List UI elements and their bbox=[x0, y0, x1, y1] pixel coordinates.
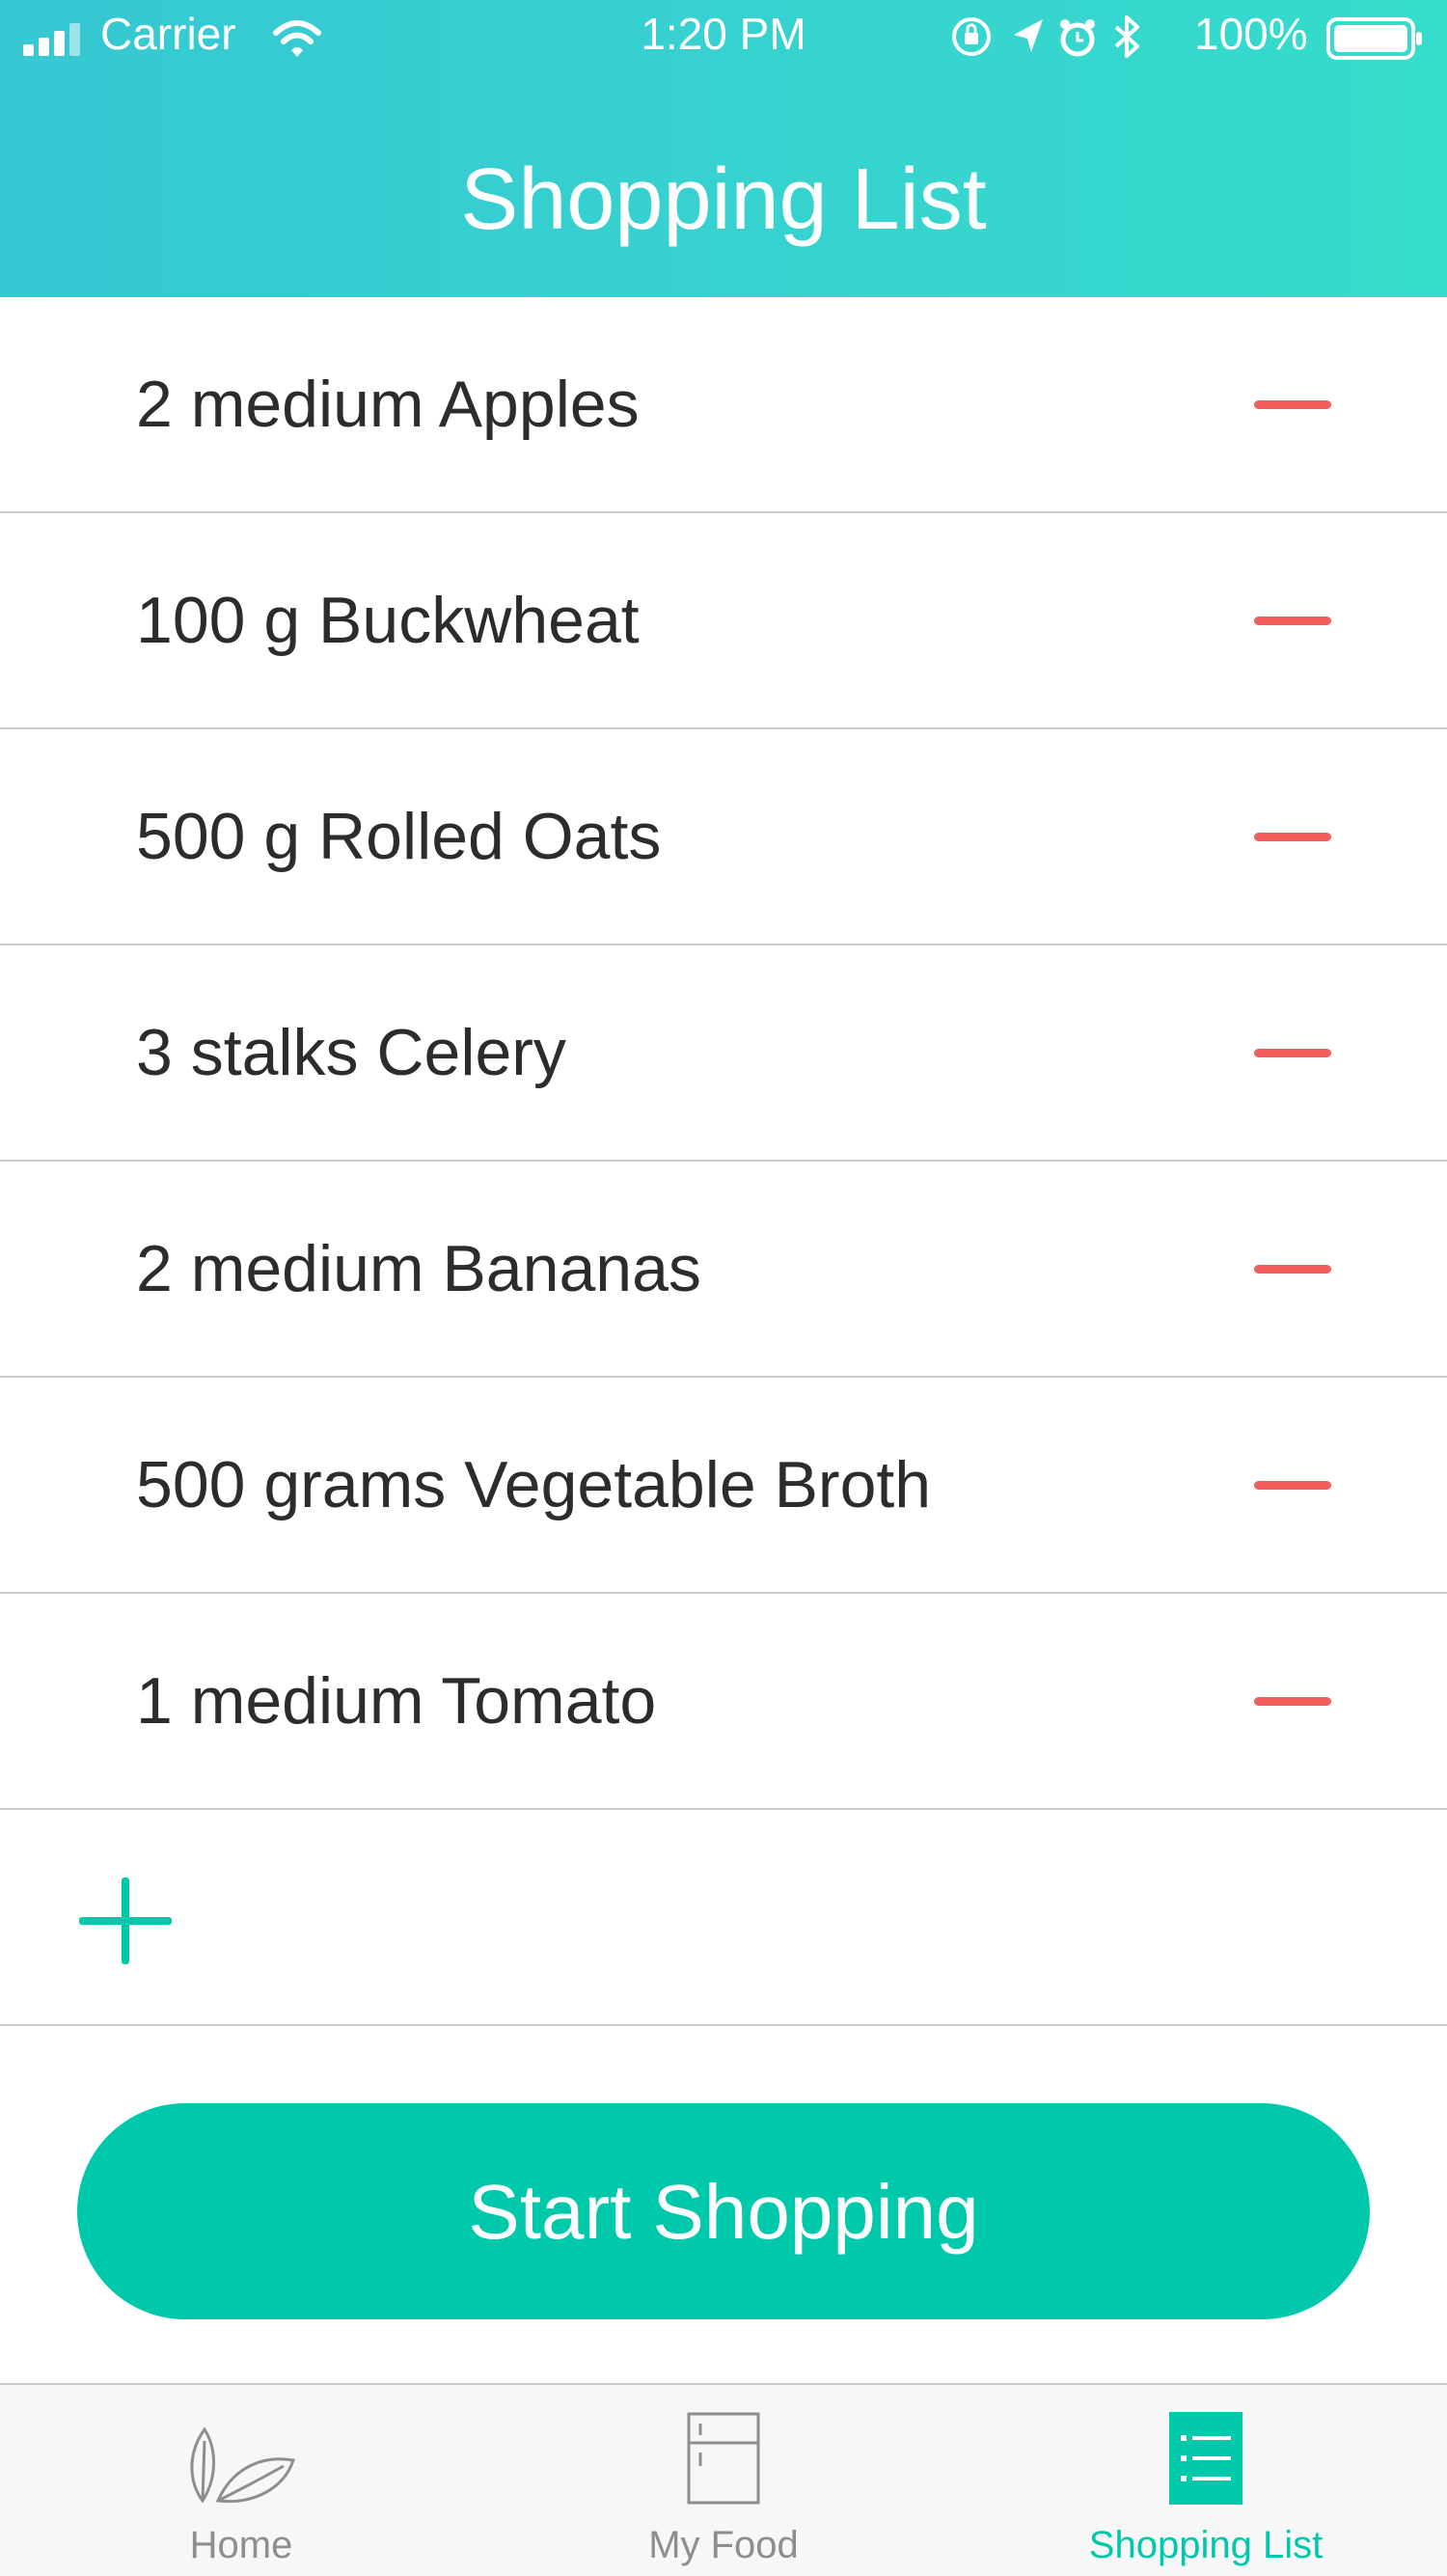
item-label: 500 g Rolled Oats bbox=[136, 800, 662, 873]
fridge-icon bbox=[687, 2412, 760, 2505]
battery-percentage: 100% bbox=[1194, 9, 1308, 59]
remove-item-button[interactable] bbox=[1237, 582, 1333, 659]
tab-my-food-label: My Food bbox=[648, 2524, 799, 2566]
remove-item-button[interactable] bbox=[1237, 1446, 1333, 1523]
list-item: 500 grams Vegetable Broth bbox=[0, 1378, 1447, 1594]
tab-home[interactable]: Home bbox=[0, 2385, 482, 2576]
list-item: 3 stalks Celery bbox=[0, 945, 1447, 1162]
header: Carrier 1:20 PM 100% Shopping List bbox=[0, 0, 1447, 297]
shopping-list: 2 medium Apples 100 g Buckwheat 500 g Ro… bbox=[0, 297, 1447, 1810]
remove-item-button[interactable] bbox=[1237, 366, 1333, 443]
start-shopping-button[interactable]: Start Shopping bbox=[77, 2103, 1370, 2319]
item-label: 2 medium Bananas bbox=[136, 1232, 701, 1305]
bluetooth-icon bbox=[1114, 15, 1139, 58]
item-label: 2 medium Apples bbox=[136, 368, 640, 441]
status-bar: Carrier 1:20 PM 100% bbox=[0, 0, 1447, 68]
list-item: 2 medium Apples bbox=[0, 297, 1447, 513]
page-title: Shopping List bbox=[460, 151, 987, 248]
leaves-icon bbox=[190, 2426, 295, 2504]
alarm-icon bbox=[1060, 19, 1095, 57]
tab-my-food[interactable]: My Food bbox=[482, 2385, 965, 2576]
list-item: 500 g Rolled Oats bbox=[0, 729, 1447, 945]
status-icons bbox=[952, 15, 1139, 58]
list-icon bbox=[1169, 2412, 1242, 2505]
plus-icon[interactable] bbox=[68, 1863, 183, 1979]
list-item: 1 medium Tomato bbox=[0, 1594, 1447, 1810]
rotation-lock-icon bbox=[952, 17, 991, 56]
remove-item-button[interactable] bbox=[1237, 1662, 1333, 1740]
tab-shopping-list-label: Shopping List bbox=[1088, 2524, 1324, 2566]
remove-item-button[interactable] bbox=[1237, 1014, 1333, 1091]
tab-bar: Home My Food Shopping List bbox=[0, 2383, 1447, 2576]
tab-shopping-list[interactable]: Shopping List bbox=[965, 2385, 1447, 2576]
item-label: 500 grams Vegetable Broth bbox=[136, 1448, 932, 1521]
add-item-row bbox=[0, 1810, 1447, 2026]
item-label: 100 g Buckwheat bbox=[136, 584, 640, 657]
remove-item-button[interactable] bbox=[1237, 1230, 1333, 1307]
list-item: 100 g Buckwheat bbox=[0, 513, 1447, 729]
item-label: 1 medium Tomato bbox=[136, 1664, 657, 1738]
item-label: 3 stalks Celery bbox=[136, 1016, 566, 1089]
battery-icon bbox=[1326, 17, 1422, 60]
tab-home-label: Home bbox=[189, 2524, 293, 2566]
location-icon bbox=[1014, 19, 1043, 52]
list-item: 2 medium Bananas bbox=[0, 1162, 1447, 1378]
remove-item-button[interactable] bbox=[1237, 798, 1333, 875]
